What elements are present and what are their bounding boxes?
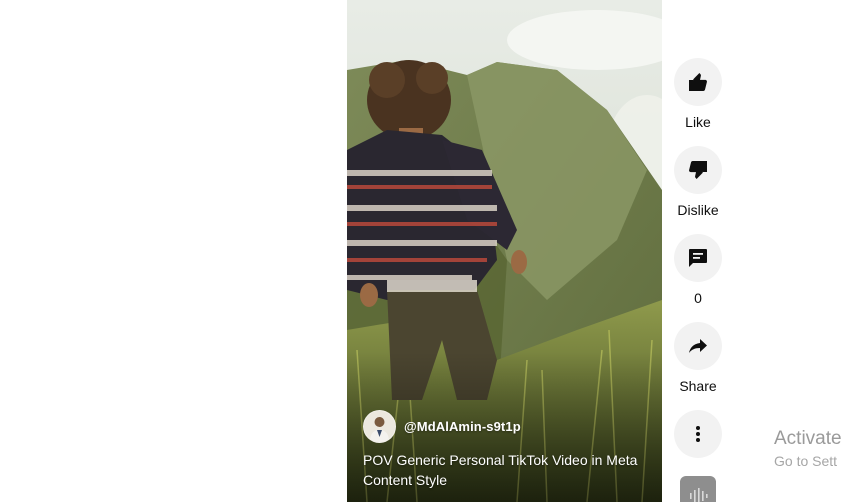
more-action bbox=[674, 410, 722, 458]
dislike-label: Dislike bbox=[677, 202, 719, 218]
channel-row: @MdAlAmin-s9t1p bbox=[363, 410, 521, 443]
video-player[interactable]: @MdAlAmin-s9t1p POV Generic Personal Tik… bbox=[347, 0, 662, 502]
audio-waveform-icon bbox=[690, 488, 708, 502]
thumbs-up-icon bbox=[689, 73, 707, 91]
dislike-button[interactable] bbox=[674, 146, 722, 194]
channel-avatar[interactable] bbox=[363, 410, 396, 443]
share-button[interactable] bbox=[674, 322, 722, 370]
like-button[interactable] bbox=[674, 58, 722, 106]
comment-count: 0 bbox=[694, 290, 702, 306]
page: @MdAlAmin-s9t1p POV Generic Personal Tik… bbox=[0, 0, 842, 502]
thumbs-down-icon bbox=[689, 161, 707, 179]
more-vertical-icon bbox=[696, 426, 700, 442]
comments-action: 0 bbox=[674, 234, 722, 306]
share-action: Share bbox=[674, 322, 722, 394]
share-label: Share bbox=[679, 378, 717, 394]
video-title[interactable]: POV Generic Personal TikTok Video in Met… bbox=[363, 450, 648, 490]
like-action: Like bbox=[674, 58, 722, 130]
share-arrow-icon bbox=[689, 339, 707, 353]
comment-icon bbox=[689, 249, 707, 267]
channel-handle[interactable]: @MdAlAmin-s9t1p bbox=[404, 419, 521, 434]
comments-button[interactable] bbox=[674, 234, 722, 282]
like-label: Like bbox=[685, 114, 711, 130]
activation-watermark-subtitle: Go to Sett bbox=[774, 453, 838, 469]
more-options-button[interactable] bbox=[674, 410, 722, 458]
dislike-action: Dislike bbox=[674, 146, 722, 218]
sound-thumbnail[interactable] bbox=[680, 476, 716, 502]
activation-watermark-title: Activate bbox=[774, 428, 842, 449]
